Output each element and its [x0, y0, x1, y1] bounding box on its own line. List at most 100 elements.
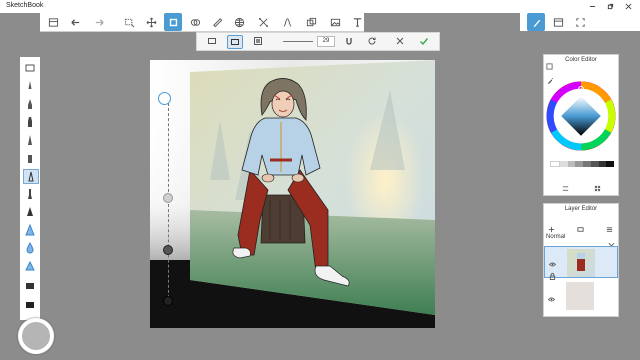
fullscreen-toggle[interactable]	[571, 13, 589, 31]
brush-synthetic[interactable]	[23, 169, 39, 184]
image-tool[interactable]	[326, 13, 344, 31]
layer-editor-panel: Layer Editor Normal	[543, 203, 619, 317]
ink-pen-icon	[28, 98, 32, 109]
perspective-handle-middle[interactable]	[163, 193, 173, 203]
blend-mode-dropdown[interactable]	[608, 235, 615, 247]
panel-menu-button[interactable]	[546, 57, 553, 70]
magnet-icon	[346, 38, 352, 45]
brush-triangle[interactable]	[23, 259, 37, 272]
gallery-button[interactable]	[44, 13, 62, 31]
brush-fill[interactable]	[23, 279, 37, 292]
synthetic-brush-icon	[28, 171, 34, 181]
pencil-icon	[28, 80, 32, 89]
layer-visibility-toggle[interactable]	[548, 255, 557, 267]
brush-marker[interactable]	[23, 115, 37, 128]
vanishing-point-handle-top[interactable]	[158, 92, 171, 105]
layer-lock-toggle[interactable]	[549, 267, 556, 280]
brush-ink-pen[interactable]	[23, 97, 37, 110]
distort-icon	[258, 17, 268, 27]
vanishing-point-handle-bottom[interactable]	[163, 296, 173, 306]
background-visibility-toggle[interactable]	[547, 290, 556, 302]
artwork	[150, 60, 435, 328]
one-point-perspective[interactable]	[205, 35, 219, 47]
window-toggle[interactable]	[549, 13, 567, 31]
snap-button[interactable]	[342, 35, 356, 47]
brush-pencil[interactable]	[23, 79, 37, 92]
cone-icon	[25, 223, 35, 235]
minimize-button[interactable]	[584, 0, 600, 13]
cancel-button[interactable]	[393, 35, 407, 47]
distort-tool[interactable]	[254, 13, 272, 31]
two-point-perspective[interactable]	[227, 35, 243, 49]
airbrush-icon	[28, 154, 32, 163]
eye-icon	[547, 297, 556, 302]
image-icon	[330, 18, 340, 26]
copy-tool[interactable]	[302, 13, 320, 31]
menu-icon	[606, 227, 613, 232]
brush-blur[interactable]	[23, 223, 37, 236]
brush-hard-eraser[interactable]	[23, 205, 37, 218]
two-point-icon	[231, 39, 239, 45]
maximize-button[interactable]	[602, 0, 618, 13]
triangle-icon	[25, 260, 35, 270]
color-mode-button[interactable]	[562, 179, 569, 191]
layers-icon	[577, 227, 584, 232]
perspective-handle-lower[interactable]	[163, 245, 173, 255]
blend-mode-select[interactable]: Normal	[546, 234, 565, 240]
brush-airbrush[interactable]	[23, 151, 37, 164]
brush-puck[interactable]	[18, 318, 54, 354]
brush-swatch[interactable]	[23, 297, 37, 310]
eraser-icon	[27, 206, 33, 216]
layer-menu-button[interactable]	[606, 220, 613, 232]
size-value-field[interactable]: 29	[317, 36, 335, 47]
close-icon	[625, 3, 631, 10]
layer-row-artwork[interactable]	[544, 246, 618, 280]
redo-button[interactable]	[90, 13, 108, 31]
add-layer-button[interactable]	[548, 220, 555, 233]
confirm-button[interactable]	[417, 35, 431, 47]
right-toolbar	[520, 13, 640, 31]
drawing-canvas[interactable]	[150, 60, 435, 328]
move-tool[interactable]	[142, 13, 160, 31]
layer-properties-button[interactable]	[577, 220, 584, 232]
swatch-strip[interactable]	[550, 161, 614, 167]
redo-icon	[95, 18, 104, 26]
perspective-tool[interactable]	[164, 13, 182, 31]
select-tool[interactable]	[120, 13, 138, 31]
brush-chisel[interactable]	[23, 187, 37, 200]
close-button[interactable]	[620, 0, 636, 13]
selection-icon	[124, 18, 134, 27]
eyedropper-button[interactable]	[547, 71, 555, 84]
text-tool[interactable]	[348, 13, 366, 31]
grid-icon	[234, 17, 244, 27]
gallery-icon	[48, 17, 58, 27]
symmetry-icon	[190, 18, 200, 26]
bucket-icon	[26, 282, 34, 289]
color-wheel[interactable]	[546, 81, 616, 151]
perspective-guide-line	[168, 103, 169, 303]
brush-paintbrush[interactable]	[23, 133, 37, 146]
brush-palette-toggle[interactable]	[527, 13, 545, 31]
grid-tool[interactable]	[230, 13, 248, 31]
layer-row-background[interactable]	[544, 280, 618, 312]
refresh-icon	[368, 37, 376, 45]
brush-library-button[interactable]	[23, 61, 37, 74]
size-slider[interactable]	[283, 41, 313, 42]
current-color-swatch[interactable]	[558, 69, 598, 76]
curve-tool[interactable]	[278, 13, 296, 31]
text-icon	[353, 17, 361, 27]
symmetry-tool[interactable]	[186, 13, 204, 31]
swatch-grid-button[interactable]	[594, 179, 601, 192]
brush-smear[interactable]	[23, 241, 37, 254]
minimize-icon	[589, 6, 595, 7]
ruler-tool[interactable]	[208, 13, 226, 31]
window-icon	[553, 17, 563, 27]
lock-icon	[549, 273, 556, 280]
undo-button[interactable]	[66, 13, 84, 31]
three-point-perspective[interactable]	[251, 35, 265, 47]
perspective-icon	[169, 18, 177, 26]
drop-icon	[26, 241, 34, 253]
swatch-icon	[26, 301, 34, 308]
reset-button[interactable]	[365, 35, 379, 47]
layer-editor-title: Layer Editor	[564, 206, 598, 212]
